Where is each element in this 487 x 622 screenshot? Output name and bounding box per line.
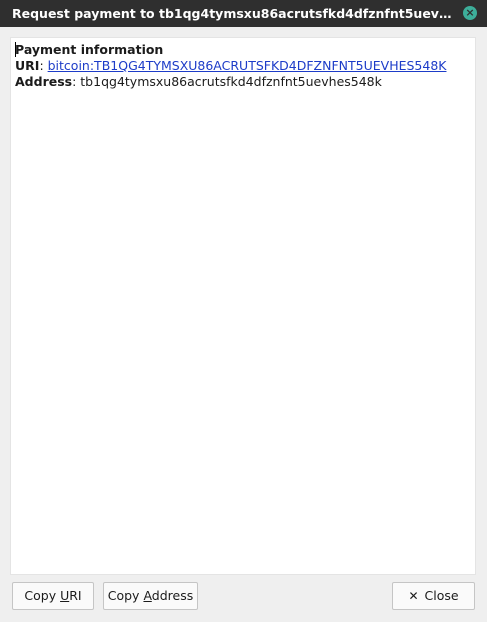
copy-uri-label-post: RI xyxy=(69,588,82,603)
address-label: Address xyxy=(15,74,73,89)
uri-link[interactable]: bitcoin:TB1QG4TYMSXU86ACRUTSFKD4DFZNFNT5… xyxy=(48,58,447,73)
copy-address-mnemonic: A xyxy=(143,588,152,603)
copy-uri-mnemonic: U xyxy=(60,588,70,603)
payment-info-textview[interactable]: Payment information URI: bitcoin:TB1QG4T… xyxy=(10,37,476,575)
window-close-icon[interactable]: × xyxy=(463,6,477,20)
uri-label: URI xyxy=(15,58,40,73)
payment-request-dialog: Request payment to tb1qg4tymsxu86acrutsf… xyxy=(0,0,487,622)
window-title: Request payment to tb1qg4tymsxu86acrutsf… xyxy=(12,6,452,21)
uri-separator: : xyxy=(39,58,48,73)
close-button[interactable]: ✕ Close xyxy=(392,582,475,610)
uri-row: URI: bitcoin:TB1QG4TYMSXU86ACRUTSFKD4DFZ… xyxy=(15,58,446,74)
copy-address-label-post: ddress xyxy=(151,588,194,603)
payment-info-heading: Payment information xyxy=(15,42,164,57)
copy-address-button[interactable]: Copy Address xyxy=(103,582,198,610)
copy-address-label-pre: Copy xyxy=(107,588,144,603)
close-icon: ✕ xyxy=(408,589,419,603)
titlebar[interactable]: Request payment to tb1qg4tymsxu86acrutsf… xyxy=(0,0,487,27)
copy-uri-button[interactable]: Copy URI xyxy=(12,582,94,610)
address-value: tb1qg4tymsxu86acrutsfkd4dfznfnt5uevhes54… xyxy=(80,74,382,89)
address-row: Address: tb1qg4tymsxu86acrutsfkd4dfznfnt… xyxy=(15,74,446,90)
copy-uri-label-pre: Copy xyxy=(24,588,61,603)
payment-info: Payment information URI: bitcoin:TB1QG4T… xyxy=(15,42,446,90)
close-button-label: Close xyxy=(424,588,459,603)
